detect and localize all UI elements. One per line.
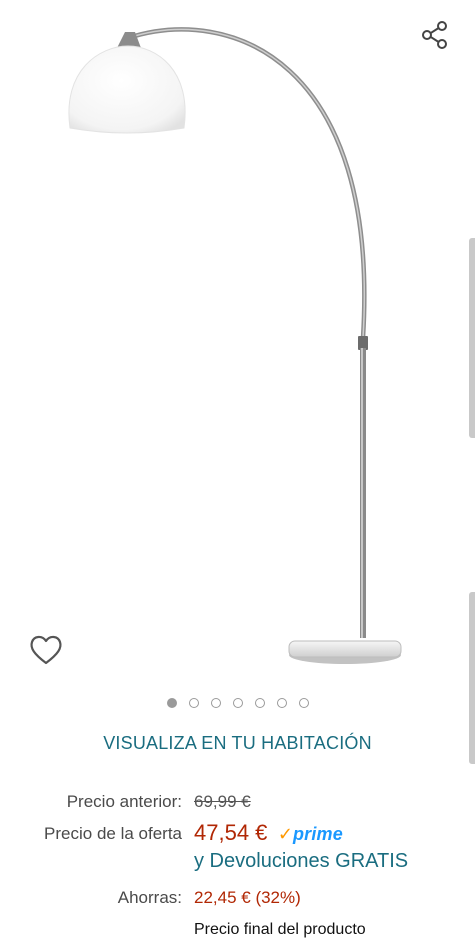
prime-badge: ✓ prime: [278, 824, 343, 845]
previous-price-value: 69,99 €: [194, 792, 251, 811]
product-image-area[interactable]: [0, 0, 475, 700]
previous-price-label: Precio anterior:: [66, 792, 182, 811]
carousel-dot[interactable]: [254, 698, 265, 708]
returns-row: y Devoluciones GRATIS: [0, 850, 475, 880]
carousel-dot[interactable]: [232, 698, 243, 708]
heart-icon[interactable]: [26, 630, 66, 670]
offer-price-group: 47,54 € ✓ prime: [194, 820, 343, 846]
free-returns-link[interactable]: y Devoluciones GRATIS: [194, 850, 408, 873]
carousel-dot[interactable]: [210, 698, 221, 708]
offer-price-label: Precio de la oferta: [44, 824, 182, 843]
savings-row: Ahorras: 22,45 € (32%): [0, 888, 475, 916]
previous-price-row: Precio anterior: 69,99 €: [0, 792, 475, 820]
offer-price-row: Precio de la oferta 47,54 € ✓ prime: [0, 820, 475, 854]
carousel-dot[interactable]: [188, 698, 199, 708]
carousel-dot[interactable]: [166, 698, 177, 708]
carousel-dot[interactable]: [298, 698, 309, 708]
carousel-dots: [0, 698, 475, 712]
savings-label: Ahorras:: [117, 888, 182, 907]
prime-check-icon: ✓: [277, 824, 293, 844]
view-in-room-link[interactable]: VISUALIZA EN TU HABITACIÓN: [0, 733, 475, 754]
side-scroll-handle[interactable]: [469, 238, 475, 438]
final-price-note: Precio final del producto: [194, 921, 366, 938]
floor-lamp-image: [68, 27, 402, 664]
share-icon[interactable]: [418, 18, 452, 52]
offer-price-value: 47,54 €: [194, 820, 268, 845]
savings-value: 22,45 € (32%): [194, 888, 301, 907]
carousel-dot[interactable]: [276, 698, 287, 708]
prime-label: prime: [292, 824, 343, 844]
